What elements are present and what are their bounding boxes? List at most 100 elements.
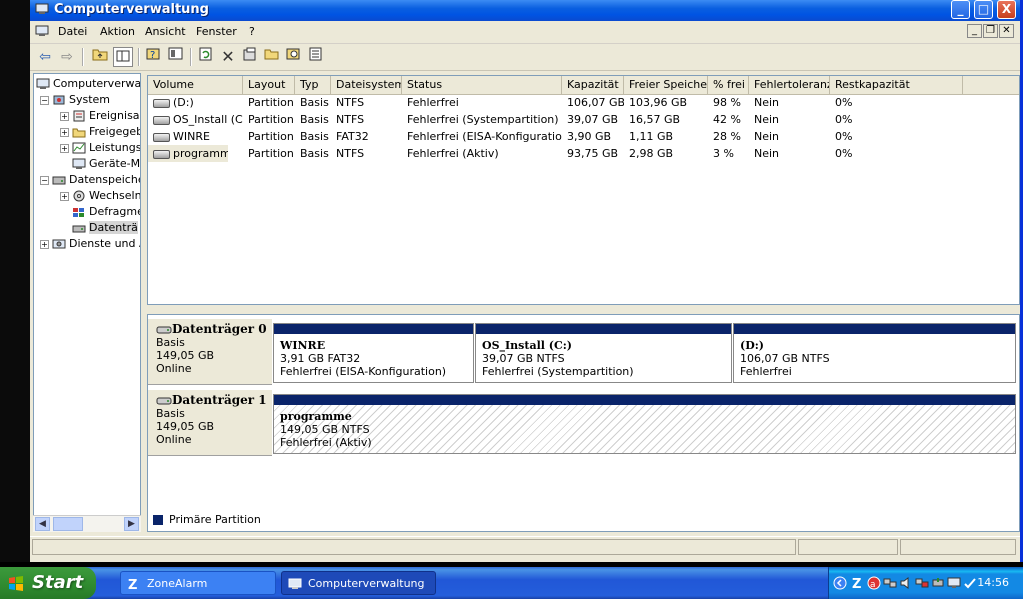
tree-item-datenspeicher[interactable]: − Datenspeiche <box>40 172 140 188</box>
volume-icon[interactable] <box>899 576 913 590</box>
network-icon[interactable] <box>883 576 897 590</box>
zonealarm-icon[interactable]: Z <box>851 576 865 590</box>
table-row[interactable]: WINRE Partition Basis FAT32 Fehlerfrei (… <box>148 128 1019 145</box>
mdi-restore-button[interactable]: ❐ <box>983 24 998 38</box>
tree-item-wechselmedien[interactable]: + Wechseln <box>60 188 140 204</box>
title-bar[interactable]: Computerverwaltung _ □ X <box>30 0 1020 21</box>
disk-0-type: Basis <box>156 336 185 349</box>
partition-programme[interactable]: programme 149,05 GB NTFS Fehlerfrei (Akt… <box>273 394 1016 454</box>
partition-winre[interactable]: WINRE 3,91 GB FAT32 Fehlerfrei (EISA-Kon… <box>273 323 474 383</box>
col-prozent-frei[interactable]: % frei <box>708 76 749 94</box>
tree-item-datentraegerverwaltung[interactable]: Datenträ <box>72 220 138 236</box>
table-row[interactable]: (D:) Partition Basis NTFS Fehlerfrei 106… <box>148 94 1019 111</box>
disk-management-icon <box>72 222 86 234</box>
expand-icon[interactable]: + <box>60 111 69 121</box>
forward-arrow-icon[interactable]: ⇨ <box>57 47 77 67</box>
svg-text:Z: Z <box>128 578 137 591</box>
partition-d[interactable]: (D:) 106,07 GB NTFS Fehlerfrei <box>733 323 1016 383</box>
task-zonealarm[interactable]: Z ZoneAlarm <box>120 571 276 595</box>
properties-console-icon[interactable] <box>166 47 186 67</box>
up-folder-icon[interactable] <box>90 47 110 67</box>
storage-icon <box>52 174 66 186</box>
menu-datei[interactable]: Datei <box>58 25 87 38</box>
expand-tray-icon[interactable] <box>833 576 847 590</box>
table-row[interactable]: OS_Install (C:) Partition Basis NTFS Feh… <box>148 111 1019 128</box>
safely-remove-icon[interactable] <box>931 576 945 590</box>
refresh-icon[interactable] <box>196 47 216 67</box>
tree-horizontal-scrollbar[interactable]: ◀ ▶ <box>33 515 141 532</box>
menu-ansicht[interactable]: Ansicht <box>145 25 186 38</box>
windows-logo-icon <box>9 576 23 591</box>
partition-type-bar <box>476 324 731 334</box>
mdi-minimize-button[interactable]: _ <box>967 24 982 38</box>
collapse-icon[interactable]: − <box>40 95 49 105</box>
close-button[interactable]: X <box>997 0 1016 19</box>
disk-graphical-view: Datenträger 0 Basis 149,05 GB Online WIN… <box>147 314 1020 532</box>
console-window-icon[interactable] <box>35 25 49 37</box>
pane-splitter[interactable] <box>147 306 1020 314</box>
antivirus-icon[interactable]: a <box>867 576 881 590</box>
help-icon[interactable]: ? <box>144 47 164 67</box>
disk-1-info[interactable]: Datenträger 1 Basis 149,05 GB Online <box>148 390 272 456</box>
col-layout[interactable]: Layout <box>243 76 295 94</box>
show-hide-tree-icon[interactable] <box>113 47 133 67</box>
delete-icon[interactable]: ✕ <box>218 47 238 67</box>
toolbar-separator <box>138 48 140 66</box>
scroll-thumb[interactable] <box>53 517 83 531</box>
col-freier-speicher[interactable]: Freier Speicher <box>624 76 708 94</box>
event-viewer-icon <box>72 110 86 122</box>
disk-0-info[interactable]: Datenträger 0 Basis 149,05 GB Online <box>148 319 272 385</box>
tree-item-leistungsprotokolle[interactable]: + Leistungs <box>60 140 140 156</box>
tree-item-defragmentierung[interactable]: Defragme <box>72 204 140 220</box>
disk-1-size: 149,05 GB <box>156 420 215 433</box>
back-arrow-icon[interactable]: ⇦ <box>35 47 55 67</box>
expand-icon[interactable]: + <box>60 191 69 201</box>
cell-layout: Partition <box>248 113 294 126</box>
expand-icon[interactable]: + <box>60 127 69 137</box>
menu-help[interactable]: ? <box>249 25 255 38</box>
minimize-button[interactable]: _ <box>951 0 970 19</box>
partition-os-install[interactable]: OS_Install (C:) 39,07 GB NTFS Fehlerfrei… <box>475 323 732 383</box>
security-icon[interactable] <box>963 576 977 590</box>
tree-item-dienste-und-anwendungen[interactable]: + Dienste und A <box>40 236 140 252</box>
task-computerverwaltung[interactable]: Computerverwaltung <box>281 571 436 595</box>
col-fehlertoleranz[interactable]: Fehlertoleranz <box>749 76 830 94</box>
tree-item-geraete-manager[interactable]: Geräte-M <box>72 156 140 172</box>
menu-fenster[interactable]: Fenster <box>196 25 237 38</box>
maximize-button[interactable]: □ <box>974 0 993 19</box>
open-icon[interactable] <box>262 47 282 67</box>
col-typ[interactable]: Typ <box>295 76 331 94</box>
col-restkapazitaet[interactable]: Restkapazität <box>830 76 963 94</box>
menu-aktion[interactable]: Aktion <box>100 25 135 38</box>
network-icon-2[interactable] <box>915 576 929 590</box>
start-button[interactable]: Start <box>0 567 96 599</box>
properties-icon[interactable] <box>240 47 260 67</box>
export-icon[interactable] <box>306 47 326 67</box>
tree-item-ereignisanzeige[interactable]: + Ereignisa <box>60 108 140 124</box>
tree-item-freigegebene-ordner[interactable]: + Freigegeb <box>60 124 140 140</box>
monitor-icon[interactable] <box>947 576 961 590</box>
col-volume[interactable]: Volume <box>148 76 243 94</box>
table-row[interactable]: programme Partition Basis NTFS Fehlerfre… <box>148 145 1019 162</box>
col-dateisystem[interactable]: Dateisystem <box>331 76 402 94</box>
search-icon[interactable] <box>284 47 304 67</box>
cell-freier-speicher: 16,57 GB <box>629 113 681 126</box>
partition-name: WINRE <box>280 339 326 352</box>
legend: Primäre Partition <box>147 510 1020 532</box>
collapse-icon[interactable]: − <box>40 175 49 185</box>
mdi-close-button[interactable]: ✕ <box>999 24 1014 38</box>
cell-volume: (D:) <box>148 94 243 111</box>
tree-item-system[interactable]: − System <box>40 92 110 108</box>
expand-icon[interactable]: + <box>60 143 69 153</box>
disk-1-state: Online <box>156 433 192 446</box>
scroll-right-icon[interactable]: ▶ <box>124 517 139 531</box>
partition-type-bar <box>274 395 1015 405</box>
col-status[interactable]: Status <box>402 76 562 94</box>
scroll-left-icon[interactable]: ◀ <box>35 517 50 531</box>
cell-dateisystem: NTFS <box>336 113 365 126</box>
clock[interactable]: 14:56 <box>977 576 1009 589</box>
tree-item-computerverwaltung[interactable]: Computerverwalt <box>36 76 140 92</box>
expand-icon[interactable]: + <box>40 239 49 249</box>
status-pane-main <box>32 539 796 555</box>
col-kapazitaet[interactable]: Kapazität <box>562 76 624 94</box>
